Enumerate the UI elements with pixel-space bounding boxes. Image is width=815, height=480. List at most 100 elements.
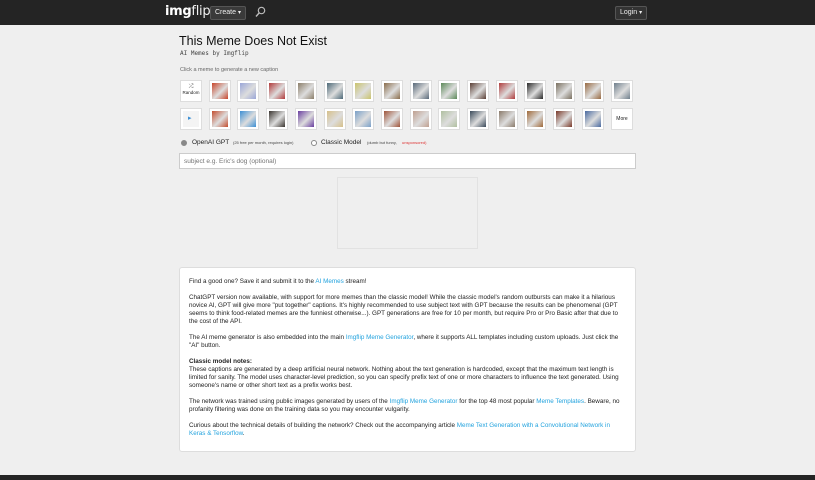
meme-template-image — [240, 111, 257, 127]
meme-template-image — [441, 111, 458, 127]
meme-template-thumbnail[interactable] — [352, 108, 375, 130]
meme-template-thumbnail[interactable] — [610, 80, 633, 102]
info-paragraph-training: The network was trained using public ima… — [189, 398, 626, 414]
meme-template-image — [527, 111, 544, 127]
meme-template-thumbnail[interactable] — [495, 80, 518, 102]
meme-template-thumbnail[interactable] — [266, 108, 289, 130]
meme-template-thumbnail[interactable] — [208, 108, 231, 130]
meme-template-thumbnail[interactable] — [208, 80, 231, 102]
meme-preview-area — [337, 177, 478, 249]
meme-template-thumbnail[interactable] — [323, 80, 346, 102]
info-paragraph-classic: Classic model notes: These captions are g… — [189, 358, 626, 390]
meme-template-thumbnail[interactable] — [323, 108, 346, 130]
meme-template-image — [355, 83, 372, 99]
chevron-down-icon: ▾ — [238, 10, 242, 16]
meme-template-thumbnail[interactable] — [581, 108, 604, 130]
info-text: Curious about the technical details of b… — [189, 422, 457, 429]
ai-memes-stream-link[interactable]: AI Memes — [315, 278, 343, 285]
meme-template-thumbnail[interactable] — [380, 80, 403, 102]
meme-template-image — [556, 83, 573, 99]
meme-template-thumbnail[interactable] — [237, 80, 260, 102]
meme-template-thumbnail[interactable] — [294, 80, 317, 102]
openai-gpt-radio[interactable] — [181, 140, 187, 146]
meme-template-thumbnail[interactable] — [438, 80, 461, 102]
info-text: The AI meme generator is also embedded i… — [189, 334, 346, 341]
top-navbar: imgflip Create ▾ Login ▾ — [0, 0, 815, 25]
meme-template-image — [211, 111, 228, 127]
page-title: This Meme Does Not Exist — [179, 34, 327, 48]
openai-gpt-label[interactable]: OpenAI GPT — [192, 139, 229, 146]
meme-template-thumbnail[interactable] — [524, 108, 547, 130]
meme-template-thumbnail[interactable] — [294, 108, 317, 130]
meme-template-row-2: ▸ More — [180, 108, 636, 130]
meme-template-thumbnail[interactable] — [495, 108, 518, 130]
meme-template-image — [441, 83, 458, 99]
chevron-down-icon: ▾ — [639, 10, 643, 16]
info-paragraph-article: Curious about the technical details of b… — [189, 422, 626, 438]
search-icon[interactable] — [255, 6, 266, 18]
meme-template-thumbnail[interactable] — [352, 80, 375, 102]
page-subtitle: AI Memes by Imgflip — [180, 50, 249, 57]
meme-template-image — [269, 111, 286, 127]
info-text: stream! — [343, 278, 367, 285]
meme-template-image — [498, 111, 515, 127]
random-label: Random — [182, 90, 200, 95]
meme-template-thumbnail[interactable] — [409, 80, 432, 102]
meme-template-image — [584, 83, 601, 99]
meme-template-image — [326, 111, 343, 127]
info-text: These captions are generated by a deep a… — [189, 366, 619, 389]
meme-template-thumbnail[interactable]: ▸ — [180, 108, 202, 130]
info-paragraph-gpt: ChatGPT version now available, with supp… — [189, 294, 618, 325]
meme-template-thumbnail[interactable] — [409, 108, 432, 130]
info-paragraph-submit: Find a good one? Save it and submit it t… — [189, 278, 626, 286]
meme-generator-link-2[interactable]: Imgflip Meme Generator — [390, 398, 458, 405]
logo-text-flip: flip — [191, 4, 211, 19]
info-text: . — [242, 430, 245, 437]
more-templates-button[interactable]: More — [611, 108, 633, 130]
meme-template-thumbnail[interactable] — [380, 108, 403, 130]
classic-model-radio[interactable] — [311, 140, 317, 146]
info-paragraph-embedded: The AI meme generator is also embedded i… — [189, 334, 626, 350]
meme-template-image — [470, 111, 486, 127]
classic-model-note: (dumb but funny, — [367, 140, 397, 145]
footer-bar — [0, 475, 815, 480]
meme-template-thumbnail[interactable] — [237, 108, 260, 130]
meme-template-thumbnail[interactable] — [266, 80, 289, 102]
meme-template-image — [383, 83, 400, 99]
meme-template-image — [355, 111, 372, 127]
meme-template-thumbnail[interactable] — [438, 108, 461, 130]
meme-template-image — [297, 83, 314, 99]
meme-template-image — [297, 111, 314, 127]
meme-template-image — [211, 83, 228, 99]
meme-generator-link[interactable]: Imgflip Meme Generator — [346, 334, 414, 341]
meme-template-thumbnail[interactable] — [524, 80, 547, 102]
meme-template-image — [470, 83, 486, 99]
meme-template-image — [584, 111, 601, 127]
meme-template-thumbnail[interactable] — [467, 108, 489, 130]
meme-template-image — [240, 83, 257, 99]
random-meme-button[interactable]: ⤮ Random — [180, 80, 202, 102]
info-text: Find a good one? Save it and submit it t… — [189, 278, 316, 285]
meme-template-row-1: ⤮ Random — [180, 80, 636, 102]
meme-template-image — [613, 83, 630, 99]
meme-templates-link[interactable]: Meme Templates — [536, 398, 584, 405]
create-menu-button[interactable]: Create ▾ — [210, 6, 247, 20]
meme-template-thumbnail[interactable] — [553, 108, 576, 130]
meme-template-image — [412, 111, 429, 127]
info-text: The network was trained using public ima… — [189, 398, 390, 405]
meme-template-thumbnail[interactable] — [467, 80, 489, 102]
openai-gpt-note: (25 free per month, requires login) — [233, 140, 294, 145]
meme-template-thumbnail[interactable] — [553, 80, 576, 102]
logo-text-img: img — [165, 4, 192, 19]
meme-template-image: ▸ — [183, 111, 199, 127]
meme-template-image — [326, 83, 343, 99]
meme-template-image — [527, 83, 544, 99]
login-button[interactable]: Login ▾ — [615, 6, 648, 20]
classic-model-label[interactable]: Classic Model — [321, 139, 361, 146]
imgflip-logo[interactable]: imgflip — [165, 4, 211, 19]
create-label: Create — [215, 9, 237, 16]
meme-template-thumbnail[interactable] — [581, 80, 604, 102]
subject-input[interactable] — [179, 153, 636, 169]
meme-template-image — [269, 83, 286, 99]
login-label: Login — [620, 9, 638, 16]
